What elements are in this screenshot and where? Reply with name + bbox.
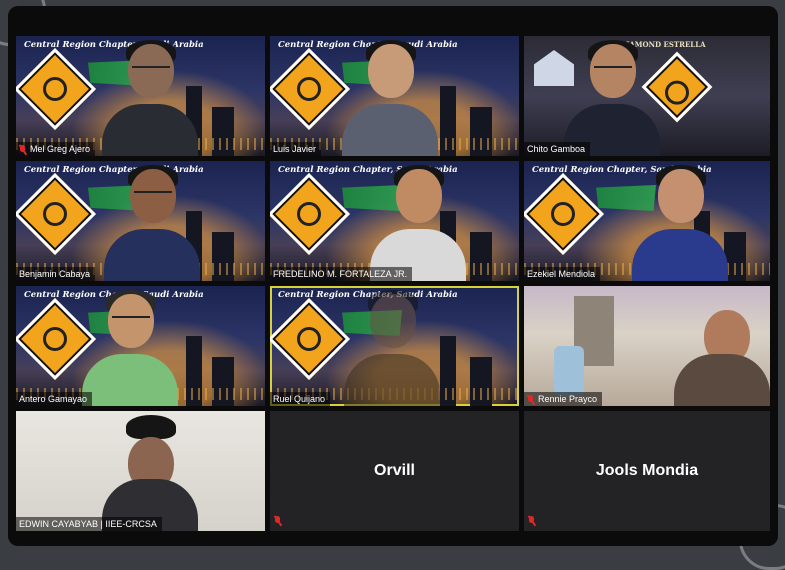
video-tile-active-speaker[interactable]: Central Region Chapter, Saudi Arabia Rue…: [270, 286, 519, 406]
video-gallery-window: Central Region Chapter, Saudi Arabia Mel…: [8, 6, 778, 546]
participant-video: [632, 165, 728, 281]
video-tile[interactable]: Central Region Chapter, Saudi Arabia Ant…: [16, 286, 265, 406]
participant-video: [564, 40, 660, 156]
participant-video: [342, 40, 438, 156]
participant-video: [82, 290, 178, 406]
video-tile-off[interactable]: Jools Mondia: [524, 411, 770, 531]
video-tile[interactable]: Central Region Chapter, Saudi Arabia Mel…: [16, 36, 265, 156]
video-tile-off[interactable]: Orvill: [270, 411, 519, 531]
participant-video: [674, 294, 770, 406]
participant-name-label: Antero Gamayao: [16, 392, 93, 406]
participant-video: [104, 165, 200, 281]
participant-name-label: Benjamin Cabaya: [16, 267, 96, 281]
mic-muted-icon: [274, 516, 281, 525]
video-tile[interactable]: Central Region Chapter, Saudi Arabia Ben…: [16, 161, 265, 281]
participant-name-center: Jools Mondia: [595, 462, 699, 479]
participant-name-label: EDWIN CAYABYAB | IIEE-CRCSA: [16, 517, 162, 531]
mic-muted-icon: [528, 516, 535, 525]
participant-name-center: Orvill: [374, 462, 415, 479]
video-tile[interactable]: EDWIN CAYABYAB | IIEE-CRCSA: [16, 411, 265, 531]
participant-name-label: Luis Javier: [270, 142, 322, 156]
participant-video: [102, 40, 198, 156]
video-tile[interactable]: Central Region Chapter, Saudi Arabia FRE…: [270, 161, 519, 281]
mic-muted-icon: [19, 144, 26, 154]
participant-name-label: Chito Gamboa: [524, 142, 591, 156]
participant-name-label: Mel Greg Ajero: [16, 142, 96, 156]
video-tile[interactable]: Rennie Prayco: [524, 286, 770, 406]
video-grid: Central Region Chapter, Saudi Arabia Mel…: [16, 36, 770, 538]
video-tile[interactable]: DIAMOND ESTRELLA Chito Gamboa: [524, 36, 770, 156]
participant-name-label: Ezekiel Mendiola: [524, 267, 601, 281]
water-dispenser: [554, 346, 584, 396]
participant-video: [344, 290, 440, 406]
participant-name-label: FREDELINO M. FORTALEZA JR.: [270, 267, 413, 281]
mic-muted-icon: [527, 394, 534, 404]
participant-name-label: Rennie Prayco: [524, 392, 603, 406]
participant-video: [102, 415, 198, 531]
participant-name-label: Ruel Quijano: [270, 392, 331, 406]
participant-video: [370, 165, 466, 281]
video-tile[interactable]: Central Region Chapter, Saudi Arabia Lui…: [270, 36, 519, 156]
video-tile[interactable]: Central Region Chapter, Saudi Arabia Eze…: [524, 161, 770, 281]
